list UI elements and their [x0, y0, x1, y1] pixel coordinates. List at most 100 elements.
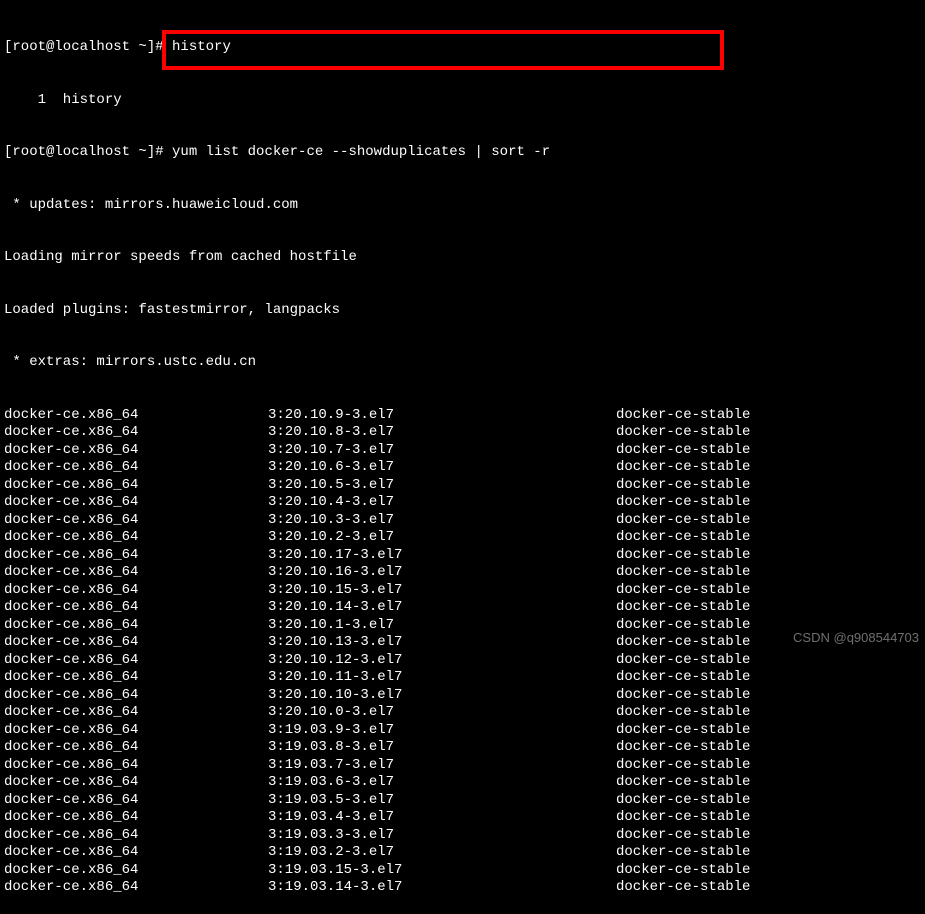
package-row: docker-ce.x86_643:20.10.13-3.el7docker-c…	[4, 634, 921, 652]
package-name: docker-ce.x86_64	[4, 669, 268, 687]
package-name: docker-ce.x86_64	[4, 407, 268, 425]
package-name: docker-ce.x86_64	[4, 844, 268, 862]
package-name: docker-ce.x86_64	[4, 809, 268, 827]
package-name: docker-ce.x86_64	[4, 739, 268, 757]
package-row: docker-ce.x86_643:19.03.15-3.el7docker-c…	[4, 862, 921, 880]
package-row: docker-ce.x86_643:20.10.9-3.el7docker-ce…	[4, 407, 921, 425]
package-name: docker-ce.x86_64	[4, 652, 268, 670]
package-version: 3:19.03.8-3.el7	[268, 739, 616, 757]
package-repo: docker-ce-stable	[616, 739, 750, 757]
package-version: 3:19.03.14-3.el7	[268, 879, 616, 897]
package-repo: docker-ce-stable	[616, 599, 750, 617]
package-repo: docker-ce-stable	[616, 407, 750, 425]
package-row: docker-ce.x86_643:20.10.12-3.el7docker-c…	[4, 652, 921, 670]
package-row: docker-ce.x86_643:19.03.6-3.el7docker-ce…	[4, 774, 921, 792]
package-row: docker-ce.x86_643:20.10.14-3.el7docker-c…	[4, 599, 921, 617]
package-name: docker-ce.x86_64	[4, 494, 268, 512]
package-repo: docker-ce-stable	[616, 634, 750, 652]
package-row: docker-ce.x86_643:20.10.2-3.el7docker-ce…	[4, 529, 921, 547]
package-name: docker-ce.x86_64	[4, 722, 268, 740]
package-version: 3:20.10.2-3.el7	[268, 529, 616, 547]
package-version: 3:20.10.13-3.el7	[268, 634, 616, 652]
package-row: docker-ce.x86_643:19.03.7-3.el7docker-ce…	[4, 757, 921, 775]
package-row: docker-ce.x86_643:19.03.8-3.el7docker-ce…	[4, 739, 921, 757]
package-version: 3:20.10.17-3.el7	[268, 547, 616, 565]
package-version: 3:20.10.3-3.el7	[268, 512, 616, 530]
package-version: 3:20.10.7-3.el7	[268, 442, 616, 460]
package-row: docker-ce.x86_643:19.03.4-3.el7docker-ce…	[4, 809, 921, 827]
package-row: docker-ce.x86_643:20.10.11-3.el7docker-c…	[4, 669, 921, 687]
package-row: docker-ce.x86_643:19.03.5-3.el7docker-ce…	[4, 792, 921, 810]
package-repo: docker-ce-stable	[616, 757, 750, 775]
package-version: 3:20.10.11-3.el7	[268, 669, 616, 687]
yum-loaded-plugins: Loaded plugins: fastestmirror, langpacks	[4, 302, 921, 320]
package-repo: docker-ce-stable	[616, 582, 750, 600]
watermark: CSDN @q908544703	[793, 630, 919, 646]
package-name: docker-ce.x86_64	[4, 599, 268, 617]
prompt: [root@localhost ~]#	[4, 39, 172, 55]
package-version: 3:19.03.15-3.el7	[268, 862, 616, 880]
package-name: docker-ce.x86_64	[4, 704, 268, 722]
package-name: docker-ce.x86_64	[4, 547, 268, 565]
package-name: docker-ce.x86_64	[4, 792, 268, 810]
package-repo: docker-ce-stable	[616, 424, 750, 442]
package-version: 3:20.10.5-3.el7	[268, 477, 616, 495]
package-repo: docker-ce-stable	[616, 722, 750, 740]
package-version: 3:19.03.5-3.el7	[268, 792, 616, 810]
package-repo: docker-ce-stable	[616, 862, 750, 880]
package-version: 3:19.03.4-3.el7	[268, 809, 616, 827]
package-list: docker-ce.x86_643:20.10.9-3.el7docker-ce…	[4, 407, 921, 897]
package-version: 3:20.10.4-3.el7	[268, 494, 616, 512]
package-repo: docker-ce-stable	[616, 512, 750, 530]
package-row: docker-ce.x86_643:20.10.15-3.el7docker-c…	[4, 582, 921, 600]
package-version: 3:20.10.1-3.el7	[268, 617, 616, 635]
package-repo: docker-ce-stable	[616, 477, 750, 495]
package-repo: docker-ce-stable	[616, 529, 750, 547]
package-repo: docker-ce-stable	[616, 617, 750, 635]
history-entry: 1 history	[4, 92, 921, 110]
package-row: docker-ce.x86_643:20.10.3-3.el7docker-ce…	[4, 512, 921, 530]
yum-updates-mirror: * updates: mirrors.huaweicloud.com	[4, 197, 921, 215]
package-name: docker-ce.x86_64	[4, 512, 268, 530]
package-row: docker-ce.x86_643:19.03.14-3.el7docker-c…	[4, 879, 921, 897]
package-repo: docker-ce-stable	[616, 827, 750, 845]
package-repo: docker-ce-stable	[616, 879, 750, 897]
package-version: 3:20.10.12-3.el7	[268, 652, 616, 670]
package-row: docker-ce.x86_643:20.10.7-3.el7docker-ce…	[4, 442, 921, 460]
package-repo: docker-ce-stable	[616, 774, 750, 792]
package-name: docker-ce.x86_64	[4, 827, 268, 845]
package-version: 3:19.03.6-3.el7	[268, 774, 616, 792]
package-name: docker-ce.x86_64	[4, 774, 268, 792]
package-name: docker-ce.x86_64	[4, 687, 268, 705]
package-repo: docker-ce-stable	[616, 652, 750, 670]
package-version: 3:20.10.16-3.el7	[268, 564, 616, 582]
package-name: docker-ce.x86_64	[4, 634, 268, 652]
yum-extras-mirror: * extras: mirrors.ustc.edu.cn	[4, 354, 921, 372]
package-row: docker-ce.x86_643:20.10.8-3.el7docker-ce…	[4, 424, 921, 442]
package-version: 3:20.10.9-3.el7	[268, 407, 616, 425]
package-name: docker-ce.x86_64	[4, 582, 268, 600]
package-version: 3:19.03.7-3.el7	[268, 757, 616, 775]
package-repo: docker-ce-stable	[616, 844, 750, 862]
package-row: docker-ce.x86_643:20.10.17-3.el7docker-c…	[4, 547, 921, 565]
package-repo: docker-ce-stable	[616, 442, 750, 460]
package-row: docker-ce.x86_643:20.10.1-3.el7docker-ce…	[4, 617, 921, 635]
terminal-output[interactable]: [root@localhost ~]# history 1 history [r…	[4, 4, 921, 914]
package-repo: docker-ce-stable	[616, 704, 750, 722]
package-repo: docker-ce-stable	[616, 792, 750, 810]
package-name: docker-ce.x86_64	[4, 757, 268, 775]
package-version: 3:20.10.14-3.el7	[268, 599, 616, 617]
package-row: docker-ce.x86_643:20.10.5-3.el7docker-ce…	[4, 477, 921, 495]
package-name: docker-ce.x86_64	[4, 879, 268, 897]
package-name: docker-ce.x86_64	[4, 862, 268, 880]
package-version: 3:19.03.2-3.el7	[268, 844, 616, 862]
package-version: 3:20.10.15-3.el7	[268, 582, 616, 600]
package-row: docker-ce.x86_643:20.10.0-3.el7docker-ce…	[4, 704, 921, 722]
package-version: 3:19.03.9-3.el7	[268, 722, 616, 740]
package-row: docker-ce.x86_643:19.03.9-3.el7docker-ce…	[4, 722, 921, 740]
package-repo: docker-ce-stable	[616, 669, 750, 687]
package-name: docker-ce.x86_64	[4, 477, 268, 495]
package-name: docker-ce.x86_64	[4, 617, 268, 635]
package-version: 3:20.10.8-3.el7	[268, 424, 616, 442]
package-version: 3:19.03.3-3.el7	[268, 827, 616, 845]
